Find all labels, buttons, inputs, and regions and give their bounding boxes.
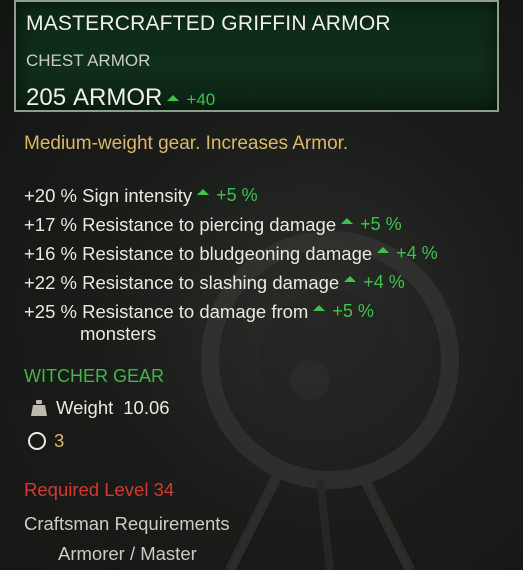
stat-row: +20 % Sign intensity +5 % bbox=[24, 181, 514, 210]
item-header: MASTERCRAFTED GRIFFIN ARMOR CHEST ARMOR … bbox=[14, 0, 499, 112]
increase-arrow-icon bbox=[377, 246, 390, 253]
stat-continuation: monsters bbox=[80, 323, 157, 344]
stat-bonus: +4 % bbox=[396, 243, 438, 263]
weight-label: Weight bbox=[56, 397, 114, 418]
required-level: Required Level 34 bbox=[24, 479, 175, 500]
item-type: CHEST ARMOR bbox=[26, 51, 151, 70]
stat-row: +17 % Resistance to piercing damage +5 % bbox=[24, 210, 514, 239]
item-tooltip: MASTERCRAFTED GRIFFIN ARMOR CHEST ARMOR … bbox=[0, 0, 523, 570]
weight-row: Weight 10.06 bbox=[30, 397, 170, 419]
slot-count: 3 bbox=[54, 430, 65, 451]
slots-row: 3 bbox=[28, 430, 64, 452]
stat-text: +20 % Sign intensity bbox=[24, 184, 193, 206]
stat-text: +17 % Resistance to piercing damage bbox=[24, 213, 337, 235]
craftsman-requirements-value: Armorer / Master bbox=[58, 543, 197, 564]
increase-arrow-icon bbox=[313, 304, 326, 311]
armor-bonus: +40 bbox=[186, 90, 216, 109]
stat-row: +16 % Resistance to bludgeoning damage +… bbox=[24, 239, 514, 268]
armor-stat: 205 ARMOR +40 bbox=[26, 84, 215, 112]
increase-arrow-icon bbox=[341, 217, 354, 224]
weight-icon bbox=[31, 400, 47, 416]
stat-row: +22 % Resistance to slashing damage +4 % bbox=[24, 268, 514, 297]
armor-value: 205 bbox=[26, 84, 67, 111]
gear-set-label: WITCHER GEAR bbox=[24, 366, 165, 386]
increase-arrow-icon bbox=[167, 95, 180, 101]
slot-circle-icon bbox=[28, 432, 46, 450]
item-description: Medium-weight gear. Increases Armor. bbox=[24, 133, 349, 154]
craftsman-requirements-label: Craftsman Requirements bbox=[24, 513, 230, 534]
stat-bonus: +4 % bbox=[363, 272, 405, 292]
weight-value: 10.06 bbox=[123, 397, 170, 418]
stat-text: +22 % Resistance to slashing damage bbox=[24, 271, 340, 293]
stat-text: +25 % Resistance to damage from bbox=[24, 300, 309, 322]
increase-arrow-icon bbox=[344, 275, 357, 282]
item-name: MASTERCRAFTED GRIFFIN ARMOR bbox=[26, 12, 391, 35]
stat-bonus: +5 % bbox=[360, 214, 402, 234]
stat-list: +20 % Sign intensity +5 % +17 % Resistan… bbox=[24, 181, 514, 349]
stat-bonus: +5 % bbox=[216, 185, 258, 205]
stat-text: +16 % Resistance to bludgeoning damage bbox=[24, 242, 373, 264]
stat-bonus: +5 % bbox=[332, 301, 374, 321]
increase-arrow-icon bbox=[197, 188, 210, 195]
armor-label: ARMOR bbox=[73, 84, 163, 111]
stat-row: +25 % Resistance to damage from +5 % bbox=[24, 297, 514, 326]
